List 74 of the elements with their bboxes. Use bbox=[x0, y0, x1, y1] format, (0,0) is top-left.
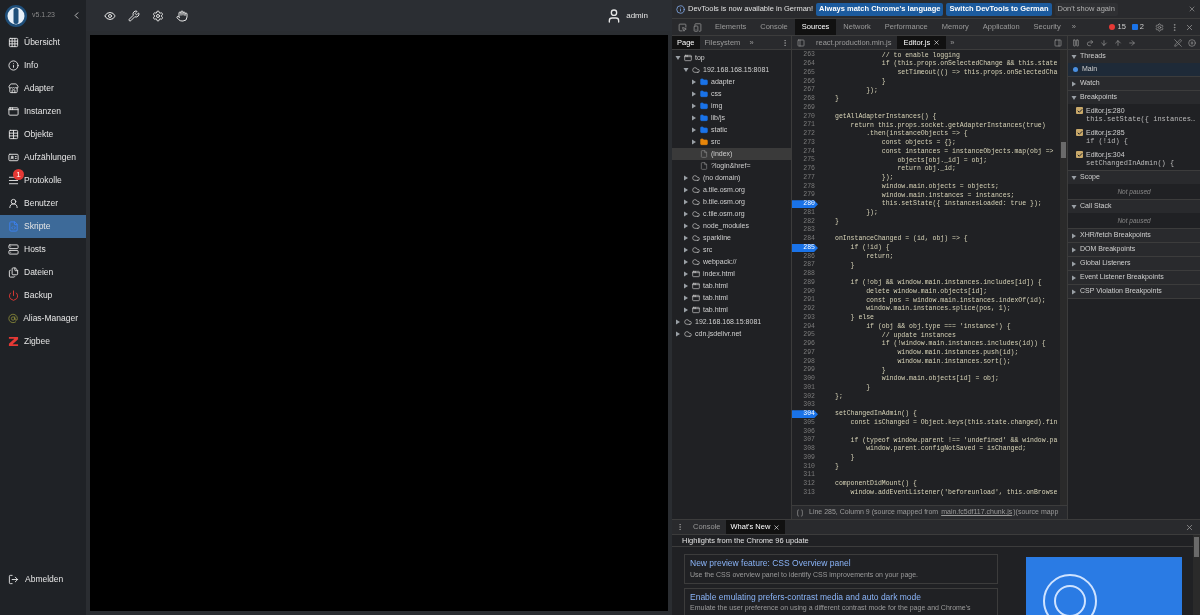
sidebar-item[interactable]: Aufzählungen bbox=[0, 146, 86, 169]
sidebar-item[interactable]: Alias-Manager bbox=[0, 307, 86, 330]
window-icon bbox=[692, 282, 700, 290]
step-out-icon[interactable] bbox=[1114, 38, 1122, 47]
feature-title[interactable]: New preview feature: CSS Overview panel bbox=[690, 557, 992, 570]
count-badge: 1 bbox=[13, 169, 24, 180]
sidebar-item[interactable]: Übersicht bbox=[0, 31, 86, 54]
z-logo-icon bbox=[8, 336, 19, 347]
close-icon[interactable] bbox=[933, 39, 941, 46]
window-icon bbox=[8, 106, 19, 117]
window-icon bbox=[684, 54, 692, 62]
lines-icon bbox=[8, 175, 19, 186]
close-icon[interactable] bbox=[773, 523, 781, 531]
logout-item[interactable]: Abmelden bbox=[0, 568, 86, 591]
device-icon[interactable] bbox=[693, 22, 702, 32]
close-icon[interactable] bbox=[1188, 5, 1196, 13]
file-icon bbox=[700, 162, 708, 170]
pause-exceptions-icon[interactable] bbox=[1188, 38, 1196, 47]
window-icon bbox=[692, 294, 700, 302]
person-icon bbox=[8, 198, 19, 209]
sidebar-item[interactable]: Backup bbox=[0, 284, 86, 307]
more-icon[interactable] bbox=[1170, 22, 1179, 32]
sidebar-item[interactable]: Instanzen bbox=[0, 100, 86, 123]
deactivate-breakpoints-icon[interactable] bbox=[1174, 38, 1182, 47]
grid-icon bbox=[8, 37, 19, 48]
feature-title[interactable]: Enable emulating prefers-contrast media and auto dark mode bbox=[690, 590, 992, 604]
step-into-icon[interactable] bbox=[1100, 38, 1108, 47]
hand-icon[interactable] bbox=[176, 9, 188, 22]
logout-icon bbox=[8, 574, 19, 585]
sidebar-item[interactable]: Adapter bbox=[0, 77, 86, 100]
script-icon bbox=[8, 221, 19, 232]
power-icon bbox=[8, 290, 19, 301]
expand-arrow-icon[interactable] bbox=[1071, 174, 1077, 181]
server-icon bbox=[8, 244, 19, 255]
inspect-icon[interactable] bbox=[678, 22, 687, 32]
format-icon[interactable] bbox=[796, 508, 804, 517]
close-icon[interactable] bbox=[1185, 22, 1194, 32]
file-icon bbox=[700, 150, 708, 158]
at-icon bbox=[8, 313, 19, 324]
expand-arrow-icon[interactable] bbox=[1071, 203, 1077, 210]
logo-icon bbox=[4, 3, 28, 28]
navigator-toggle-icon[interactable] bbox=[797, 38, 805, 47]
checkbox[interactable] bbox=[1076, 107, 1083, 114]
user-name[interactable]: admin bbox=[626, 9, 648, 22]
close-icon[interactable] bbox=[1185, 522, 1194, 532]
table-icon bbox=[8, 129, 19, 140]
info-icon bbox=[676, 4, 685, 14]
wrench-icon[interactable] bbox=[128, 9, 140, 22]
expand-arrow-icon[interactable] bbox=[1071, 53, 1077, 60]
sidebar-item[interactable]: Hosts bbox=[0, 238, 86, 261]
more-icon[interactable] bbox=[781, 38, 789, 47]
message-icon bbox=[1131, 24, 1138, 30]
sidebar-item[interactable]: Zigbee bbox=[0, 330, 86, 353]
window-icon bbox=[692, 306, 700, 314]
sidebar-item[interactable]: Protokolle 1 bbox=[0, 169, 86, 192]
pause-icon[interactable] bbox=[1072, 38, 1080, 47]
debugger-toggle-icon[interactable] bbox=[1054, 38, 1062, 47]
window-icon bbox=[692, 270, 700, 278]
sidebar-item[interactable]: Objekte bbox=[0, 123, 86, 146]
sidebar-item[interactable]: Info bbox=[0, 54, 86, 77]
sidebar-item[interactable]: Skripte bbox=[0, 215, 86, 238]
card-icon bbox=[8, 152, 19, 163]
files-icon bbox=[8, 267, 19, 278]
sidebar-item[interactable]: Benutzer bbox=[0, 192, 86, 215]
eye-icon[interactable] bbox=[104, 9, 116, 22]
checkbox[interactable] bbox=[1076, 151, 1083, 158]
step-icon[interactable] bbox=[1128, 38, 1136, 47]
store-icon bbox=[8, 83, 19, 94]
step-over-icon[interactable] bbox=[1086, 38, 1094, 47]
sidebar-item[interactable]: Dateien bbox=[0, 261, 86, 284]
info-icon bbox=[8, 60, 19, 71]
more-icon[interactable] bbox=[676, 523, 684, 531]
cloud-icon bbox=[692, 66, 700, 74]
checkbox[interactable] bbox=[1076, 129, 1083, 136]
